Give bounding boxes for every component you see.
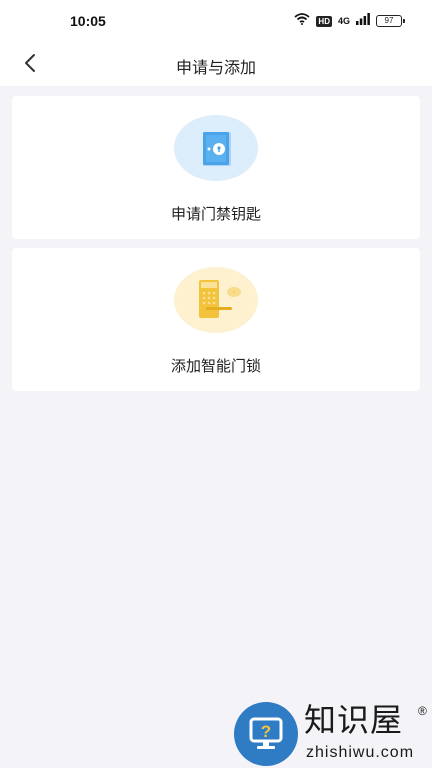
- door-key-icon: [203, 132, 231, 166]
- watermark-domain: zhishiwu.com: [306, 744, 415, 761]
- smart-lock-icon: ~: [199, 280, 241, 318]
- watermark: ? 知识屋 ® zhishiwu.com: [232, 700, 432, 768]
- status-time: 10:05: [70, 13, 106, 29]
- battery-level: 97: [384, 16, 394, 25]
- door-key-icon-circle: [174, 115, 258, 181]
- status-bar: 10:05 HD 4G 97: [0, 0, 432, 40]
- svg-text:?: ?: [261, 722, 271, 741]
- hd-icon: HD: [316, 15, 332, 27]
- apply-access-key-label: 申请门禁钥匙: [170, 206, 261, 223]
- signal-icon: [356, 12, 370, 30]
- network-label: 4G: [337, 15, 350, 26]
- svg-text:~: ~: [233, 290, 236, 296]
- status-icons: HD 4G 97: [294, 12, 405, 30]
- watermark-registered-mark: ®: [418, 704, 427, 718]
- wifi-icon: [294, 12, 311, 30]
- smart-lock-icon-circle: ~: [174, 267, 258, 333]
- watermark-title: 知识屋: [304, 701, 404, 739]
- battery-icon: 97: [376, 15, 405, 27]
- nav-bar: 申请与添加: [0, 40, 432, 86]
- add-smart-lock-label: 添加智能门锁: [170, 358, 261, 375]
- add-smart-lock-card[interactable]: ~ 添加智能门锁: [12, 248, 420, 391]
- question-monitor-icon: ?: [234, 702, 298, 766]
- page-title: 申请与添加: [175, 60, 256, 77]
- apply-access-key-card[interactable]: 申请门禁钥匙: [12, 96, 420, 239]
